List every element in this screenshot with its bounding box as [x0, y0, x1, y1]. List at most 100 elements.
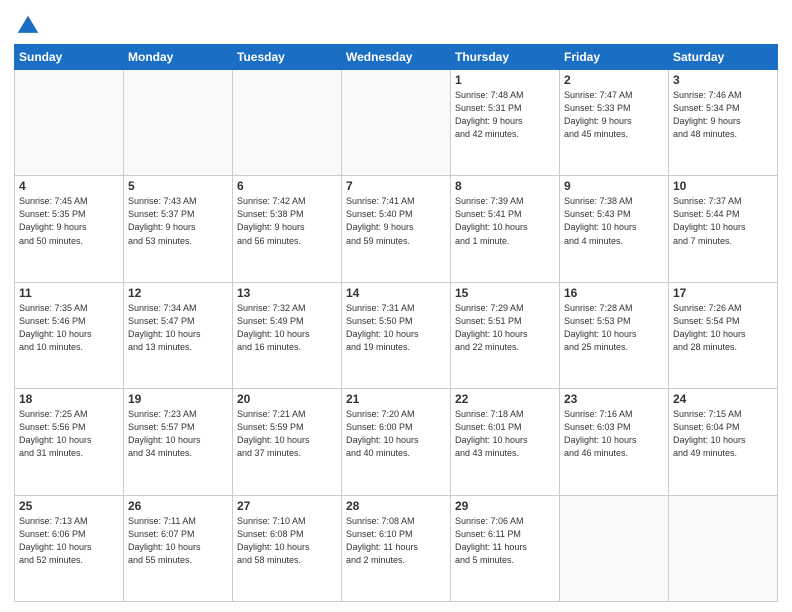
- calendar-cell: 10 Sunrise: 7:37 AMSunset: 5:44 PMDayligh…: [669, 176, 778, 282]
- calendar-cell: 12 Sunrise: 7:34 AMSunset: 5:47 PMDayligh…: [124, 282, 233, 388]
- calendar-cell: 4 Sunrise: 7:45 AMSunset: 5:35 PMDaylight…: [15, 176, 124, 282]
- weekday-header-monday: Monday: [124, 45, 233, 70]
- day-number: 16: [564, 286, 664, 300]
- calendar-cell: 28 Sunrise: 7:08 AMSunset: 6:10 PMDayligh…: [342, 495, 451, 601]
- calendar-cell: 9 Sunrise: 7:38 AMSunset: 5:43 PMDaylight…: [560, 176, 669, 282]
- day-number: 27: [237, 499, 337, 513]
- day-number: 7: [346, 179, 446, 193]
- calendar-cell: 18 Sunrise: 7:25 AMSunset: 5:56 PMDayligh…: [15, 389, 124, 495]
- day-info: Sunrise: 7:23 AMSunset: 5:57 PMDaylight:…: [128, 408, 228, 460]
- day-info: Sunrise: 7:16 AMSunset: 6:03 PMDaylight:…: [564, 408, 664, 460]
- day-number: 13: [237, 286, 337, 300]
- header: [14, 10, 778, 38]
- day-number: 21: [346, 392, 446, 406]
- day-number: 6: [237, 179, 337, 193]
- calendar-cell: 7 Sunrise: 7:41 AMSunset: 5:40 PMDaylight…: [342, 176, 451, 282]
- day-number: 14: [346, 286, 446, 300]
- page: SundayMondayTuesdayWednesdayThursdayFrid…: [0, 0, 792, 612]
- calendar-cell: 17 Sunrise: 7:26 AMSunset: 5:54 PMDayligh…: [669, 282, 778, 388]
- calendar-cell: 13 Sunrise: 7:32 AMSunset: 5:49 PMDayligh…: [233, 282, 342, 388]
- calendar-cell: 8 Sunrise: 7:39 AMSunset: 5:41 PMDaylight…: [451, 176, 560, 282]
- day-info: Sunrise: 7:20 AMSunset: 6:00 PMDaylight:…: [346, 408, 446, 460]
- calendar-cell: [124, 70, 233, 176]
- calendar-cell: 27 Sunrise: 7:10 AMSunset: 6:08 PMDayligh…: [233, 495, 342, 601]
- calendar-cell: [669, 495, 778, 601]
- day-info: Sunrise: 7:08 AMSunset: 6:10 PMDaylight:…: [346, 515, 446, 567]
- day-number: 8: [455, 179, 555, 193]
- day-number: 26: [128, 499, 228, 513]
- logo: [14, 14, 40, 38]
- day-number: 25: [19, 499, 119, 513]
- day-info: Sunrise: 7:34 AMSunset: 5:47 PMDaylight:…: [128, 302, 228, 354]
- calendar-cell: [560, 495, 669, 601]
- day-info: Sunrise: 7:26 AMSunset: 5:54 PMDaylight:…: [673, 302, 773, 354]
- day-number: 20: [237, 392, 337, 406]
- calendar-cell: 16 Sunrise: 7:28 AMSunset: 5:53 PMDayligh…: [560, 282, 669, 388]
- calendar-cell: [342, 70, 451, 176]
- day-info: Sunrise: 7:42 AMSunset: 5:38 PMDaylight:…: [237, 195, 337, 247]
- week-row-0: 1Sunrise: 7:48 AMSunset: 5:31 PMDaylight…: [15, 70, 778, 176]
- calendar-cell: 23Sunrise: 7:16 AMSunset: 6:03 PMDayligh…: [560, 389, 669, 495]
- day-number: 2: [564, 73, 664, 87]
- calendar-cell: 14 Sunrise: 7:31 AMSunset: 5:50 PMDayligh…: [342, 282, 451, 388]
- day-number: 1: [455, 73, 555, 87]
- weekday-header-row: SundayMondayTuesdayWednesdayThursdayFrid…: [15, 45, 778, 70]
- day-info: Sunrise: 7:21 AMSunset: 5:59 PMDaylight:…: [237, 408, 337, 460]
- day-info: Sunrise: 7:43 AMSunset: 5:37 PMDaylight:…: [128, 195, 228, 247]
- calendar-cell: 25 Sunrise: 7:13 AMSunset: 6:06 PMDayligh…: [15, 495, 124, 601]
- day-info: Sunrise: 7:15 AMSunset: 6:04 PMDaylight:…: [673, 408, 773, 460]
- calendar-cell: 6 Sunrise: 7:42 AMSunset: 5:38 PMDaylight…: [233, 176, 342, 282]
- calendar-cell: 29Sunrise: 7:06 AMSunset: 6:11 PMDayligh…: [451, 495, 560, 601]
- day-info: Sunrise: 7:32 AMSunset: 5:49 PMDaylight:…: [237, 302, 337, 354]
- calendar-cell: 15 Sunrise: 7:29 AMSunset: 5:51 PMDayligh…: [451, 282, 560, 388]
- calendar-cell: 19 Sunrise: 7:23 AMSunset: 5:57 PMDayligh…: [124, 389, 233, 495]
- week-row-4: 25 Sunrise: 7:13 AMSunset: 6:06 PMDayligh…: [15, 495, 778, 601]
- weekday-header-wednesday: Wednesday: [342, 45, 451, 70]
- weekday-header-tuesday: Tuesday: [233, 45, 342, 70]
- day-number: 12: [128, 286, 228, 300]
- day-info: Sunrise: 7:18 AMSunset: 6:01 PMDaylight:…: [455, 408, 555, 460]
- calendar-cell: 5Sunrise: 7:43 AMSunset: 5:37 PMDaylight…: [124, 176, 233, 282]
- day-number: 29: [455, 499, 555, 513]
- calendar-cell: 2 Sunrise: 7:47 AMSunset: 5:33 PMDaylight…: [560, 70, 669, 176]
- calendar-cell: 21 Sunrise: 7:20 AMSunset: 6:00 PMDayligh…: [342, 389, 451, 495]
- day-number: 11: [19, 286, 119, 300]
- weekday-header-thursday: Thursday: [451, 45, 560, 70]
- week-row-1: 4 Sunrise: 7:45 AMSunset: 5:35 PMDaylight…: [15, 176, 778, 282]
- day-number: 19: [128, 392, 228, 406]
- day-info: Sunrise: 7:11 AMSunset: 6:07 PMDaylight:…: [128, 515, 228, 567]
- day-info: Sunrise: 7:35 AMSunset: 5:46 PMDaylight:…: [19, 302, 119, 354]
- day-number: 3: [673, 73, 773, 87]
- day-number: 15: [455, 286, 555, 300]
- day-info: Sunrise: 7:25 AMSunset: 5:56 PMDaylight:…: [19, 408, 119, 460]
- week-row-3: 18 Sunrise: 7:25 AMSunset: 5:56 PMDayligh…: [15, 389, 778, 495]
- day-info: Sunrise: 7:38 AMSunset: 5:43 PMDaylight:…: [564, 195, 664, 247]
- day-number: 17: [673, 286, 773, 300]
- day-info: Sunrise: 7:13 AMSunset: 6:06 PMDaylight:…: [19, 515, 119, 567]
- calendar-cell: 20 Sunrise: 7:21 AMSunset: 5:59 PMDayligh…: [233, 389, 342, 495]
- calendar-cell: [233, 70, 342, 176]
- day-info: Sunrise: 7:41 AMSunset: 5:40 PMDaylight:…: [346, 195, 446, 247]
- logo-icon: [16, 14, 40, 38]
- day-info: Sunrise: 7:29 AMSunset: 5:51 PMDaylight:…: [455, 302, 555, 354]
- day-info: Sunrise: 7:10 AMSunset: 6:08 PMDaylight:…: [237, 515, 337, 567]
- day-number: 10: [673, 179, 773, 193]
- weekday-header-friday: Friday: [560, 45, 669, 70]
- day-number: 18: [19, 392, 119, 406]
- day-info: Sunrise: 7:31 AMSunset: 5:50 PMDaylight:…: [346, 302, 446, 354]
- day-number: 28: [346, 499, 446, 513]
- calendar-cell: 11 Sunrise: 7:35 AMSunset: 5:46 PMDayligh…: [15, 282, 124, 388]
- day-info: Sunrise: 7:39 AMSunset: 5:41 PMDaylight:…: [455, 195, 555, 247]
- day-info: Sunrise: 7:28 AMSunset: 5:53 PMDaylight:…: [564, 302, 664, 354]
- day-number: 4: [19, 179, 119, 193]
- weekday-header-saturday: Saturday: [669, 45, 778, 70]
- day-info: Sunrise: 7:47 AMSunset: 5:33 PMDaylight:…: [564, 89, 664, 141]
- day-number: 9: [564, 179, 664, 193]
- calendar-cell: 3 Sunrise: 7:46 AMSunset: 5:34 PMDaylight…: [669, 70, 778, 176]
- calendar-cell: 26 Sunrise: 7:11 AMSunset: 6:07 PMDayligh…: [124, 495, 233, 601]
- day-info: Sunrise: 7:46 AMSunset: 5:34 PMDaylight:…: [673, 89, 773, 141]
- day-info: Sunrise: 7:37 AMSunset: 5:44 PMDaylight:…: [673, 195, 773, 247]
- calendar-cell: [15, 70, 124, 176]
- day-info: Sunrise: 7:45 AMSunset: 5:35 PMDaylight:…: [19, 195, 119, 247]
- calendar-cell: 24Sunrise: 7:15 AMSunset: 6:04 PMDayligh…: [669, 389, 778, 495]
